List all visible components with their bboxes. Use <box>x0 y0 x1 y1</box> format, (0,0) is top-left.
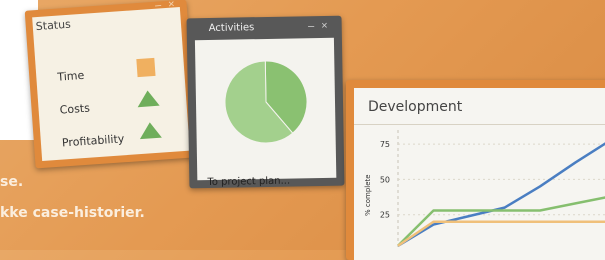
y-tick-label-75: 75 <box>380 140 390 149</box>
development-line-chart: 75 50 25 % complete <box>364 130 605 250</box>
series-line-0 <box>397 142 605 247</box>
activities-caption-link[interactable]: To project plan... <box>207 176 290 188</box>
activities-panel-body: To project plan... <box>194 37 337 188</box>
status-panel: Status – × Time Costs Profitability <box>24 0 198 169</box>
series-line-2 <box>397 220 605 247</box>
y-axis-label: % complete <box>364 174 372 216</box>
development-title: Development <box>368 99 463 115</box>
footer-text-line2: kke case-historier. <box>0 205 145 221</box>
activities-pie-chart <box>224 60 308 144</box>
y-tick-label-25: 25 <box>380 211 390 220</box>
status-label-costs: Costs <box>59 101 91 117</box>
status-label-time: Time <box>56 68 85 84</box>
footer-text-line1: se. <box>0 174 24 190</box>
title-divider <box>354 124 605 125</box>
activities-panel: To project plan... Activities – × <box>186 15 345 189</box>
activities-window-controls[interactable]: – × <box>308 20 330 32</box>
y-tick-label-50: 50 <box>380 175 390 184</box>
status-window-controls[interactable]: – × <box>155 0 177 12</box>
development-panel: Development 75 50 25 % complete <box>346 80 605 260</box>
profitability-up-triangle-icon <box>138 121 162 140</box>
costs-up-triangle-icon <box>136 89 160 108</box>
activities-title: Activities <box>208 22 255 34</box>
time-status-icon <box>136 57 156 78</box>
status-title: Status <box>35 17 72 34</box>
